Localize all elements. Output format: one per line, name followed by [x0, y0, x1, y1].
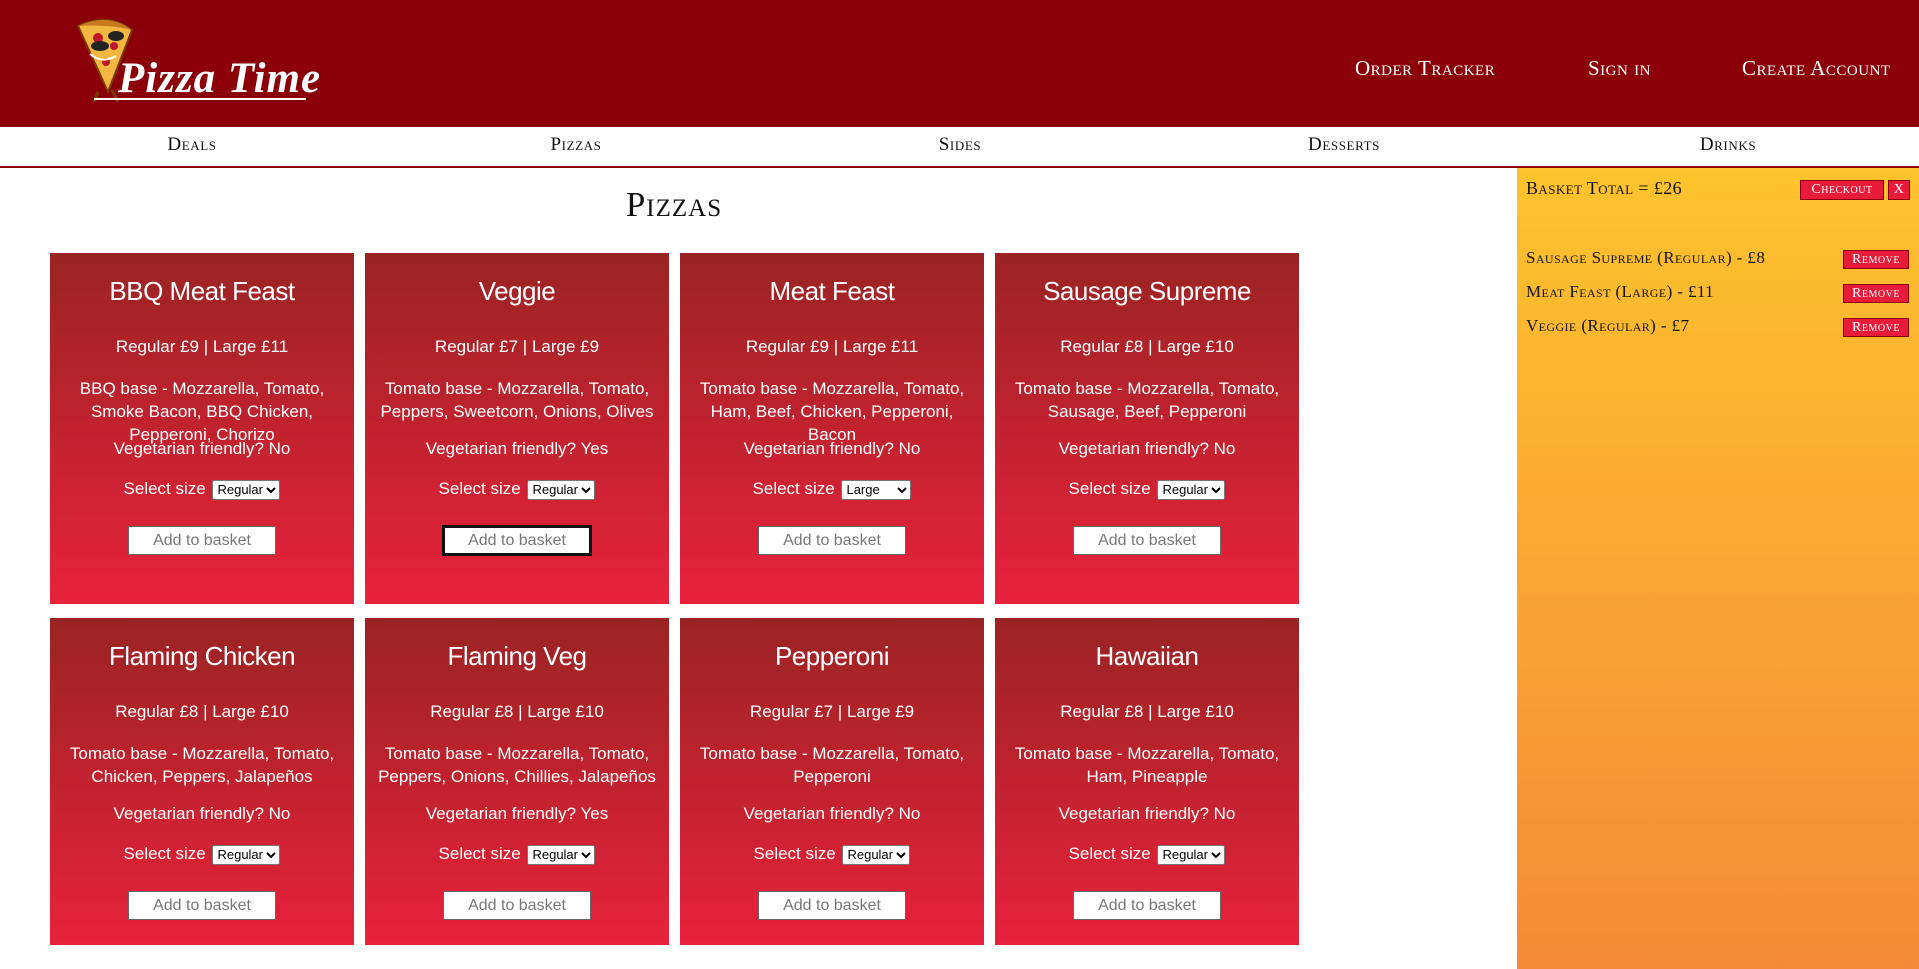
pizza-name: Meat Feast	[769, 276, 895, 306]
remove-item-button[interactable]: Remove	[1843, 318, 1909, 337]
pizza-price: Regular £8 | Large £10	[430, 702, 604, 721]
pizza-price: Regular £7 | Large £9	[434, 337, 600, 356]
add-to-basket-button[interactable]: Add to basket	[1073, 891, 1221, 920]
size-row: Select size RegularLarge	[995, 479, 1299, 500]
pizza-description: Tomato base - Mozzarella, Tomato, Ham, B…	[699, 379, 965, 444]
pizza-name: Pepperoni	[774, 641, 890, 671]
category-nav: Deals Pizzas Sides Desserts Drinks	[0, 127, 1919, 168]
pizza-price: Regular £9 | Large £11	[115, 337, 289, 356]
vegetarian-status: Vegetarian friendly? No	[113, 804, 291, 823]
pizza-price: Regular £9 | Large £11	[745, 337, 919, 356]
size-row: Select size RegularLarge	[50, 844, 354, 865]
nav-drinks[interactable]: Drinks	[1628, 134, 1828, 156]
pizza-name: Flaming Veg	[447, 641, 587, 671]
size-label: Select size	[752, 479, 835, 498]
logo[interactable]: Pizza Time	[68, 14, 322, 106]
pizza-name: Hawaiian	[1095, 641, 1199, 671]
remove-item-button[interactable]: Remove	[1843, 250, 1909, 269]
pizza-description: Tomato base - Mozzarella, Tomato, Pepper…	[378, 744, 656, 786]
size-label: Select size	[123, 479, 206, 498]
brand-underline	[94, 98, 306, 100]
size-row: Select size RegularLarge	[365, 479, 669, 500]
pizza-card: Veggie Regular £7 | Large £9 Tomato base…	[365, 253, 669, 604]
size-row: Select size RegularLarge	[995, 844, 1299, 865]
pizza-name: BBQ Meat Feast	[109, 276, 295, 306]
pizza-name: Veggie	[478, 276, 556, 306]
pizza-card: Meat Feast Regular £9 | Large £11 Tomato…	[680, 253, 984, 604]
add-to-basket-button[interactable]: Add to basket	[128, 526, 276, 555]
pizza-price: Regular £8 | Large £10	[1060, 337, 1234, 356]
size-select[interactable]: RegularLarge	[842, 844, 911, 865]
nav-sides[interactable]: Sides	[860, 134, 1060, 156]
size-row: Select size RegularLarge	[680, 844, 984, 865]
size-select[interactable]: RegularLarge	[527, 844, 596, 865]
size-label: Select size	[753, 844, 836, 863]
close-basket-button[interactable]: X	[1888, 180, 1910, 200]
add-to-basket-button[interactable]: Add to basket	[758, 526, 906, 555]
pizza-description: Tomato base - Mozzarella, Tomato, Ham, P…	[1014, 744, 1280, 786]
basket-item: Sausage Supreme (Regular) - £8	[1526, 248, 1766, 267]
pizza-price: Regular £7 | Large £9	[749, 702, 915, 721]
size-label: Select size	[438, 479, 521, 498]
size-label: Select size	[123, 844, 206, 863]
vegetarian-status: Vegetarian friendly? Yes	[425, 439, 609, 458]
size-row: Select size RegularLarge	[365, 844, 669, 865]
vegetarian-status: Vegetarian friendly? Yes	[425, 804, 609, 823]
brand-name: Pizza Time	[118, 55, 322, 102]
size-label: Select size	[1068, 844, 1151, 863]
basket-panel: Basket Total = £26 Checkout X Sausage Su…	[1517, 168, 1919, 969]
pizza-card: Pepperoni Regular £7 | Large £9 Tomato b…	[680, 618, 984, 945]
checkout-button[interactable]: Checkout	[1800, 180, 1884, 200]
nav-desserts[interactable]: Desserts	[1244, 134, 1444, 156]
add-to-basket-button[interactable]: Add to basket	[442, 525, 592, 556]
add-to-basket-button[interactable]: Add to basket	[758, 891, 906, 920]
vegetarian-status: Vegetarian friendly? No	[1058, 804, 1236, 823]
pizza-price: Regular £8 | Large £10	[115, 702, 289, 721]
basket-total: Basket Total = £26	[1526, 178, 1683, 198]
size-label: Select size	[438, 844, 521, 863]
remove-item-button[interactable]: Remove	[1843, 284, 1909, 303]
size-select[interactable]: RegularLarge	[212, 479, 281, 500]
pizza-description: Tomato base - Mozzarella, Tomato, Sausag…	[1014, 379, 1280, 421]
nav-deals[interactable]: Deals	[92, 134, 292, 156]
pizza-name: Flaming Chicken	[108, 641, 296, 671]
size-select[interactable]: RegularLarge	[841, 479, 912, 500]
pizza-name: Sausage Supreme	[1043, 276, 1251, 306]
size-label: Select size	[1068, 479, 1151, 498]
add-to-basket-button[interactable]: Add to basket	[443, 891, 591, 920]
size-select[interactable]: RegularLarge	[1157, 844, 1226, 865]
pizza-description: Tomato base - Mozzarella, Tomato, Pepper…	[380, 379, 654, 421]
order-tracker-link[interactable]: Order Tracker	[1355, 56, 1495, 81]
size-row: Select size RegularLarge	[50, 479, 354, 500]
nav-pizzas[interactable]: Pizzas	[476, 134, 676, 156]
create-account-link[interactable]: Create Account	[1742, 56, 1891, 81]
pizza-card: Flaming Chicken Regular £8 | Large £10 T…	[50, 618, 354, 945]
pizza-price: Regular £8 | Large £10	[1060, 702, 1234, 721]
pizza-card: Flaming Veg Regular £8 | Large £10 Tomat…	[365, 618, 669, 945]
add-to-basket-button[interactable]: Add to basket	[1073, 526, 1221, 555]
pizza-card: Sausage Supreme Regular £8 | Large £10 T…	[995, 253, 1299, 604]
header-bar: Pizza Time Order Tracker Sign in Create …	[0, 0, 1919, 127]
size-select[interactable]: RegularLarge	[212, 844, 281, 865]
basket-item: Veggie (Regular) - £7	[1526, 316, 1690, 335]
pizza-description: BBQ base - Mozzarella, Tomato, Smoke Bac…	[79, 379, 325, 444]
basket-item: Meat Feast (Large) - £11	[1526, 282, 1715, 301]
vegetarian-status: Vegetarian friendly? No	[743, 439, 921, 458]
vegetarian-status: Vegetarian friendly? No	[743, 804, 921, 823]
size-select[interactable]: RegularLarge	[1157, 479, 1226, 500]
size-select[interactable]: RegularLarge	[527, 479, 596, 500]
vegetarian-status: Vegetarian friendly? No	[1058, 439, 1236, 458]
pizza-description: Tomato base - Mozzarella, Tomato, Chicke…	[69, 744, 335, 786]
size-row: Select size RegularLarge	[680, 479, 984, 500]
add-to-basket-button[interactable]: Add to basket	[128, 891, 276, 920]
vegetarian-status: Vegetarian friendly? No	[113, 439, 291, 458]
sign-in-link[interactable]: Sign in	[1588, 56, 1651, 81]
pizza-card: Hawaiian Regular £8 | Large £10 Tomato b…	[995, 618, 1299, 945]
pizza-card: BBQ Meat Feast Regular £9 | Large £11 BB…	[50, 253, 354, 604]
page-title: Pizzas	[625, 185, 723, 224]
pizza-description: Tomato base - Mozzarella, Tomato, Pepper…	[699, 744, 965, 786]
